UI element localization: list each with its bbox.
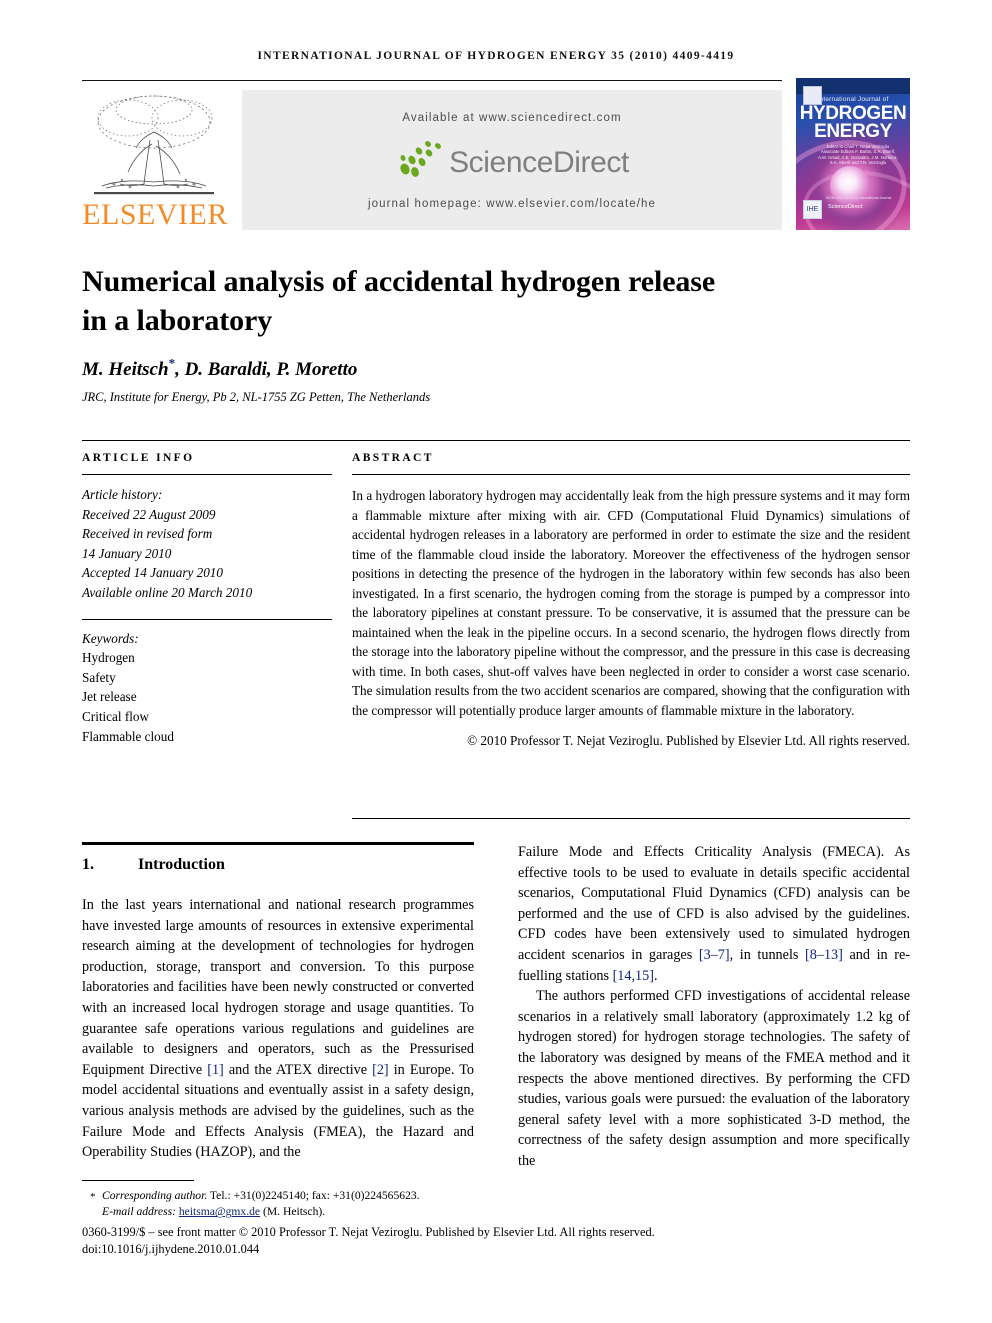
- journal-cover-thumbnail: International Journal of HYDROGEN ENERGY…: [796, 78, 910, 230]
- author-names: M. Heitsch*, D. Baraldi, P. Moretto: [82, 356, 358, 381]
- section-heading: 1. Introduction: [82, 856, 474, 874]
- email-label: E-mail address:: [102, 1205, 176, 1219]
- keyword-item: Critical flow: [82, 708, 150, 724]
- sciencedirect-logo: ScienceDirect: [242, 139, 782, 188]
- cover-sphere-decor: [830, 166, 870, 206]
- article-info-rule: [82, 474, 332, 475]
- keywords-label: Keywords:: [82, 630, 139, 646]
- email-line: E-mail address: heitsma@gmx.de (M. Heits…: [82, 1204, 562, 1220]
- article-history: Article history: Received 22 August 2009…: [82, 485, 332, 603]
- paragraph-intro: In the last years international and nati…: [82, 895, 474, 1163]
- keywords-rule: [82, 618, 332, 620]
- header-rule: [82, 80, 782, 81]
- history-item: Accepted 14 January 2010: [82, 565, 223, 581]
- citation-ref-2[interactable]: [2]: [372, 1062, 389, 1078]
- section-rule: [82, 842, 474, 845]
- sciencedirect-leaf-icon: [395, 139, 449, 181]
- title-line-1: Numerical analysis of accidental hydroge…: [82, 265, 716, 298]
- section-title-text: Introduction: [138, 856, 225, 873]
- available-at-text: Available at www.sciencedirect.com: [402, 112, 622, 124]
- affiliation: JRC, Institute for Energy, Pb 2, NL-1755…: [82, 390, 431, 404]
- history-item: Received in revised form: [82, 526, 213, 542]
- abstract-text: In a hydrogen laboratory hydrogen may ac…: [352, 488, 910, 718]
- masthead: ELSEVIER Available at www.sciencedirect.…: [82, 78, 910, 240]
- cover-series-label: International Journal of: [817, 96, 889, 103]
- running-head: INTERNATIONAL JOURNAL OF HYDROGEN ENERGY…: [257, 50, 735, 62]
- paragraph-continued: Failure Mode and Effects Criticality Ana…: [518, 842, 910, 986]
- para-text: , in tunnels: [729, 946, 806, 963]
- footnote-block: * Corresponding author. Tel.: +31(0)2245…: [82, 1188, 562, 1221]
- footnote-marker: *: [90, 1191, 96, 1203]
- page-title: Numerical analysis of accidental hydroge…: [82, 262, 782, 340]
- para-text: In the last years international and nati…: [82, 897, 474, 1078]
- history-label: Article history:: [82, 487, 163, 502]
- history-item: Received 22 August 2009: [82, 506, 216, 522]
- para-text: and the ATEX directive: [223, 1061, 373, 1078]
- corresponding-author-line: Corresponding author. Tel.: +31(0)224514…: [82, 1188, 562, 1204]
- elsevier-tree-icon: [84, 88, 224, 200]
- doi-line[interactable]: doi:10.1016/j.ijhydene.2010.01.044: [82, 1241, 910, 1258]
- para-text: Failure Mode and Effects Criticality Ana…: [518, 844, 910, 963]
- paper-page: INTERNATIONAL JOURNAL OF HYDROGEN ENERGY…: [0, 0, 992, 1323]
- abstract-heading: ABSTRACT: [352, 452, 434, 464]
- cover-issn-line: ISSN 0360-3199 An International Journal: [826, 196, 892, 200]
- abstract-copyright: © 2010 Professor T. Nejat Veziroglu. Pub…: [467, 733, 910, 748]
- sciencedirect-wordmark: ScienceDirect: [449, 146, 629, 179]
- keywords-block: Keywords: Hydrogen Safety Jet release Cr…: [82, 629, 332, 747]
- cover-sciencedirect-label: ScienceDirect: [828, 204, 863, 210]
- citation-ref-3-7[interactable]: [3–7]: [699, 947, 730, 963]
- right-column: Failure Mode and Effects Criticality Ana…: [518, 842, 910, 1172]
- left-column: 1. Introduction In the last years interna…: [82, 842, 474, 1163]
- email-owner: (M. Heitsch).: [262, 1205, 326, 1219]
- title-line-2: in a laboratory: [82, 304, 273, 337]
- footnote-rule: [82, 1180, 194, 1181]
- elsevier-wordmark: ELSEVIER: [82, 198, 228, 231]
- cover-title-energy: ENERGY: [814, 121, 892, 142]
- author-list: M. Heitsch*, D. Baraldi, P. Moretto: [82, 356, 782, 381]
- citation-ref-14-15[interactable]: [14,15]: [613, 968, 654, 984]
- cover-ihe-badge: IHE: [803, 200, 822, 219]
- cover-editors: Editor-in-Chief T. Nejat Veziroglu Assoc…: [818, 144, 898, 166]
- info-top-rule: [82, 440, 910, 441]
- citation-ref-1[interactable]: [1]: [207, 1062, 224, 1078]
- section-number: 1.: [82, 856, 94, 873]
- para-text: .: [653, 967, 658, 984]
- history-item: 14 January 2010: [82, 545, 172, 561]
- journal-homepage-text: journal homepage: www.elsevier.com/locat…: [367, 198, 657, 210]
- corresponding-contact: Tel.: +31(0)2245140; fax: +31(0)22456562…: [207, 1189, 420, 1202]
- corresponding-author-marker: *: [168, 356, 176, 371]
- keyword-item: Flammable cloud: [82, 728, 174, 744]
- abstract-rule: [352, 474, 910, 475]
- corresponding-label: Corresponding author.: [102, 1189, 208, 1202]
- citation-ref-8-13[interactable]: [8–13]: [805, 947, 843, 963]
- history-item: Available online 20 March 2010: [82, 584, 253, 600]
- keyword-item: Safety: [82, 669, 116, 685]
- elsevier-logo: ELSEVIER: [82, 86, 228, 240]
- article-info-heading: ARTICLE INFO: [82, 452, 195, 464]
- front-matter-line: 0360-3199/$ – see front matter © 2010 Pr…: [82, 1225, 655, 1239]
- keyword-item: Hydrogen: [82, 650, 135, 666]
- abstract-column: ABSTRACT In a hydrogen laboratory hydrog…: [352, 452, 910, 751]
- paragraph-authors-work: The authors performed CFD investigations…: [518, 988, 910, 1169]
- sciencedirect-panel: Available at www.sciencedirect.com Scien…: [242, 90, 782, 230]
- email-link[interactable]: heitsma@gmx.de: [179, 1205, 260, 1218]
- keyword-item: Jet release: [82, 689, 137, 705]
- abstract-bottom-rule: [352, 818, 910, 819]
- article-info-column: ARTICLE INFO Article history: Received 2…: [82, 452, 332, 746]
